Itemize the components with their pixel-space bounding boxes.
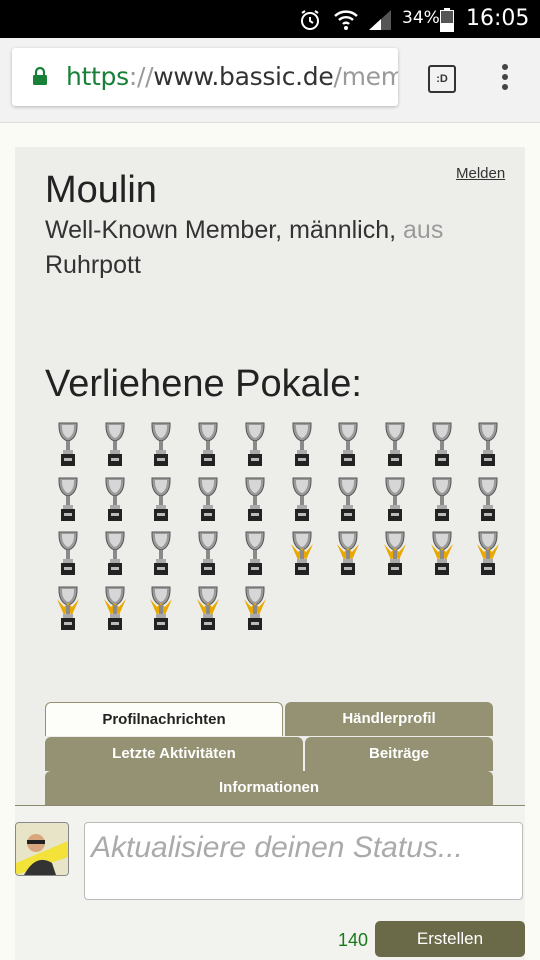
silver-trophy-icon[interactable] bbox=[336, 421, 360, 469]
silver-trophy-icon[interactable] bbox=[103, 476, 127, 524]
gold-trophy-icon[interactable] bbox=[103, 585, 127, 633]
battery-icon bbox=[440, 8, 454, 32]
silver-trophy-icon[interactable] bbox=[336, 476, 360, 524]
status-bar: 34% 16:05 bbox=[0, 0, 540, 38]
profile-card: Melden Moulin Well-Known Member, männlic… bbox=[15, 147, 525, 960]
silver-trophy-icon[interactable] bbox=[149, 530, 173, 578]
silver-trophy-icon[interactable] bbox=[56, 530, 80, 578]
location: Ruhrpott bbox=[45, 251, 141, 279]
tab-letzte-aktivitaeten[interactable]: Letzte Aktivitäten bbox=[45, 737, 303, 771]
tab-haendlerprofil[interactable]: Händlerprofil bbox=[285, 702, 493, 736]
silver-trophy-icon[interactable] bbox=[56, 476, 80, 524]
member-status: Well-Known Member, männlich, bbox=[45, 216, 397, 244]
gold-trophy-icon[interactable] bbox=[336, 530, 360, 578]
gold-trophy-icon[interactable] bbox=[196, 585, 220, 633]
submit-status-button[interactable]: Erstellen bbox=[375, 921, 525, 957]
overflow-menu-icon[interactable] bbox=[500, 64, 510, 94]
silver-trophy-icon[interactable] bbox=[196, 530, 220, 578]
wifi-icon bbox=[334, 10, 358, 30]
gold-trophy-icon[interactable] bbox=[430, 530, 454, 578]
gold-trophy-icon[interactable] bbox=[383, 530, 407, 578]
report-link[interactable]: Melden bbox=[456, 165, 505, 182]
battery-percent: 34% bbox=[402, 8, 440, 28]
gold-trophy-icon[interactable] bbox=[290, 530, 314, 578]
status-input[interactable] bbox=[84, 822, 523, 900]
silver-trophy-icon[interactable] bbox=[196, 476, 220, 524]
lock-icon bbox=[33, 66, 47, 85]
silver-trophy-icon[interactable] bbox=[103, 530, 127, 578]
silver-trophy-icon[interactable] bbox=[243, 421, 267, 469]
character-counter: 140 bbox=[338, 930, 369, 950]
silver-trophy-icon[interactable] bbox=[196, 421, 220, 469]
tab-informationen[interactable]: Informationen bbox=[45, 771, 493, 805]
silver-trophy-icon[interactable] bbox=[149, 421, 173, 469]
avatar[interactable] bbox=[15, 822, 69, 876]
silver-trophy-icon[interactable] bbox=[430, 421, 454, 469]
url-scheme: https bbox=[66, 62, 129, 91]
gold-trophy-icon[interactable] bbox=[243, 585, 267, 633]
silver-trophy-icon[interactable] bbox=[243, 476, 267, 524]
silver-trophy-icon[interactable] bbox=[383, 476, 407, 524]
silver-trophy-icon[interactable] bbox=[383, 421, 407, 469]
address-bar[interactable]: https://www.bassic.de/mem bbox=[12, 48, 398, 106]
url-path: /mem bbox=[333, 62, 398, 91]
silver-trophy-icon[interactable] bbox=[430, 476, 454, 524]
tab-profilnachrichten[interactable]: Profilnachrichten bbox=[45, 702, 283, 736]
silver-trophy-icon[interactable] bbox=[290, 476, 314, 524]
profile-user-title: Well-Known Member, männlich, aus Ruhrpot… bbox=[45, 213, 495, 283]
browser-toolbar: https://www.bassic.de/mem :D bbox=[0, 38, 540, 123]
gold-trophy-icon[interactable] bbox=[149, 585, 173, 633]
silver-trophy-icon[interactable] bbox=[476, 476, 500, 524]
clock: 16:05 bbox=[466, 6, 530, 31]
gold-trophy-icon[interactable] bbox=[476, 530, 500, 578]
gold-trophy-icon[interactable] bbox=[56, 585, 80, 633]
status-update-form: 140 Erstellen bbox=[15, 806, 525, 960]
signal-icon bbox=[369, 10, 391, 30]
silver-trophy-icon[interactable] bbox=[290, 421, 314, 469]
url-host: www.bassic.de bbox=[153, 62, 334, 91]
silver-trophy-icon[interactable] bbox=[103, 421, 127, 469]
tab-switcher-button[interactable]: :D bbox=[428, 65, 456, 93]
silver-trophy-icon[interactable] bbox=[56, 421, 80, 469]
from-label: aus bbox=[403, 216, 444, 244]
tab-beitraege[interactable]: Beiträge bbox=[305, 737, 493, 771]
url-separator: :// bbox=[128, 62, 154, 91]
silver-trophy-icon[interactable] bbox=[476, 421, 500, 469]
url-text: https://www.bassic.de/mem bbox=[66, 62, 398, 91]
profile-username: Moulin bbox=[45, 169, 157, 211]
alarm-icon bbox=[301, 10, 319, 30]
silver-trophy-icon[interactable] bbox=[149, 476, 173, 524]
trophies-heading: Verliehene Pokale: bbox=[45, 363, 362, 405]
silver-trophy-icon[interactable] bbox=[243, 530, 267, 578]
